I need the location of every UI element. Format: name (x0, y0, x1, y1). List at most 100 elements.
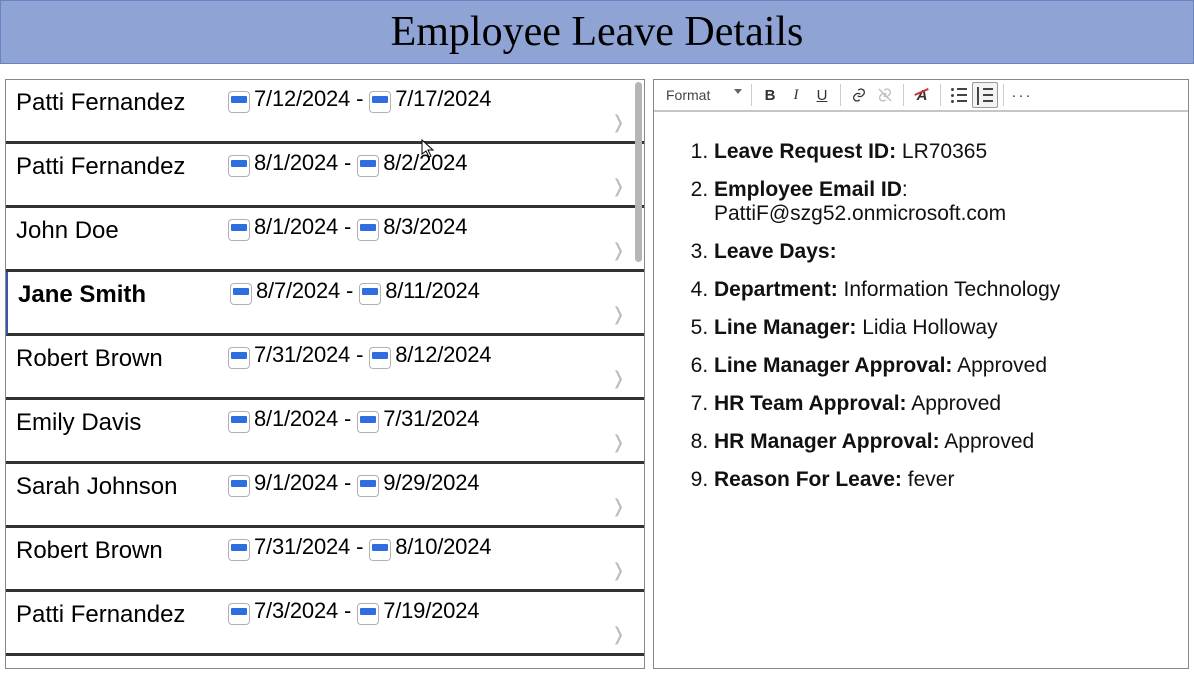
employee-name: Emily Davis (16, 409, 228, 437)
list-scrollbar-thumb[interactable] (635, 82, 642, 262)
chevron-right-icon: ❭ (611, 112, 626, 133)
leave-list-item[interactable]: Jane Smith8/7/2024-8/11/2024❭ (6, 272, 644, 336)
detail-label: Reason For Leave: (714, 468, 902, 491)
calendar-icon (369, 91, 391, 113)
leave-list-item[interactable]: Sarah Johnson9/1/2024-9/29/2024❭ (6, 464, 644, 528)
detail-value: Approved (957, 354, 1047, 377)
calendar-icon (228, 411, 250, 433)
chevron-right-icon: ❭ (611, 432, 626, 453)
leave-list-item[interactable]: John Doe8/1/2024-8/3/2024 ❭ (6, 208, 644, 272)
calendar-icon (230, 283, 252, 305)
start-date: 8/7/2024 (256, 278, 340, 304)
calendar-icon (228, 155, 250, 177)
end-date: 7/31/2024 (383, 406, 479, 432)
end-date: 8/11/2024 (385, 278, 479, 304)
chevron-down-icon (734, 89, 742, 94)
end-date: 8/2/2024 (383, 150, 467, 176)
leave-list-panel: Patti Fernandez7/12/2024-7/17/2024❭Patti… (5, 79, 645, 669)
employee-name: Sarah Johnson (16, 473, 228, 501)
leave-list-item[interactable]: Patti Fernandez7/3/2024-7/19/2024 ❭ (6, 592, 644, 656)
detail-label: Employee Email ID (714, 178, 902, 201)
list-scrollbar-track[interactable] (634, 80, 644, 668)
employee-name: Patti Fernandez (16, 153, 228, 181)
leave-list-item[interactable]: Robert Brown7/31/2024-8/10/2024 ❭ (6, 528, 644, 592)
calendar-icon (369, 347, 391, 369)
chevron-right-icon: ❭ (611, 304, 626, 325)
employee-name: Patti Fernandez (16, 601, 228, 629)
insert-link-button[interactable] (846, 82, 872, 108)
detail-value: Lidia Holloway (862, 316, 997, 339)
end-date: 8/3/2024 (383, 214, 467, 240)
detail-label: Leave Request ID: (714, 140, 896, 163)
calendar-icon (357, 411, 379, 433)
date-range: 7/3/2024-7/19/2024 (228, 598, 479, 624)
start-date: 7/31/2024 (254, 534, 350, 560)
body-area: Patti Fernandez7/12/2024-7/17/2024❭Patti… (0, 79, 1194, 669)
leave-list-item[interactable]: Robert Brown7/31/2024-8/12/2024❭ (6, 336, 644, 400)
calendar-icon (228, 475, 250, 497)
calendar-icon (369, 539, 391, 561)
calendar-icon (357, 155, 379, 177)
detail-value: Information Technology (844, 278, 1061, 301)
chevron-right-icon: ❭ (611, 560, 626, 581)
start-date: 8/1/2024 (254, 150, 338, 176)
date-range: 9/1/2024-9/29/2024 (228, 470, 479, 496)
employee-name: John Doe (16, 217, 228, 245)
detail-field: Line Manager: Lidia Holloway (714, 316, 1162, 340)
detail-label: Line Manager: (714, 316, 856, 339)
employee-name: Robert Brown (16, 537, 228, 565)
detail-value: fever (908, 468, 955, 491)
chevron-right-icon: ❭ (611, 240, 626, 261)
chevron-right-icon: ❭ (611, 624, 626, 645)
bold-button[interactable]: B (757, 82, 783, 108)
detail-label: Department: (714, 278, 838, 301)
format-dropdown[interactable]: Format (660, 83, 746, 107)
leave-list-item[interactable]: Patti Fernandez8/1/2024-8/2/2024❭ (6, 144, 644, 208)
leave-list-item[interactable]: Emily Davis8/1/2024-7/31/2024 ❭ (6, 400, 644, 464)
date-range: 7/31/2024-8/10/2024 (228, 534, 491, 560)
end-date: 8/12/2024 (395, 342, 491, 368)
start-date: 7/3/2024 (254, 598, 338, 624)
page-title: Employee Leave Details (391, 8, 804, 56)
detail-label: Leave Days: (714, 240, 837, 263)
leave-list-item[interactable]: Patti Fernandez7/12/2024-7/17/2024❭ (6, 80, 644, 144)
start-date: 8/1/2024 (254, 214, 338, 240)
page-header: Employee Leave Details (0, 0, 1194, 64)
detail-field: Leave Request ID: LR70365 (714, 140, 1162, 164)
toolbar-separator (1003, 84, 1004, 106)
calendar-icon (228, 219, 250, 241)
detail-content[interactable]: Leave Request ID: LR70365 Employee Email … (654, 112, 1188, 668)
italic-button[interactable]: I (783, 82, 809, 108)
detail-value: Approved (911, 392, 1001, 415)
calendar-icon (228, 347, 250, 369)
toolbar-separator (903, 84, 904, 106)
detail-value: PattiF@szg52.onmicrosoft.com (714, 202, 1006, 225)
bulleted-list-button[interactable] (946, 82, 972, 108)
end-date: 7/17/2024 (395, 86, 491, 112)
rich-text-toolbar: Format B I U A (654, 80, 1188, 112)
date-range: 7/12/2024-7/17/2024 (228, 86, 491, 112)
detail-field: Reason For Leave: fever (714, 468, 1162, 492)
underline-button[interactable]: U (809, 82, 835, 108)
calendar-icon (357, 475, 379, 497)
end-date: 7/19/2024 (383, 598, 479, 624)
end-date: 9/29/2024 (383, 470, 479, 496)
chevron-right-icon: ❭ (611, 176, 626, 197)
detail-value: Approved (944, 430, 1034, 453)
date-range: 8/1/2024-7/31/2024 (228, 406, 479, 432)
detail-label: HR Manager Approval: (714, 430, 940, 453)
calendar-icon (228, 91, 250, 113)
calendar-icon (228, 539, 250, 561)
clear-formatting-button[interactable]: A (909, 82, 935, 108)
date-range: 8/1/2024-8/3/2024 (228, 214, 467, 240)
calendar-icon (228, 603, 250, 625)
remove-link-button[interactable] (872, 82, 898, 108)
more-button[interactable]: ··· (1009, 82, 1035, 108)
detail-field: Employee Email ID:PattiF@szg52.onmicroso… (714, 178, 1162, 226)
detail-panel: Format B I U A (653, 79, 1189, 669)
chevron-right-icon: ❭ (611, 368, 626, 389)
date-range: 7/31/2024-8/12/2024 (228, 342, 491, 368)
numbered-list-button[interactable] (972, 82, 998, 108)
toolbar-separator (751, 84, 752, 106)
detail-field: Department: Information Technology (714, 278, 1162, 302)
